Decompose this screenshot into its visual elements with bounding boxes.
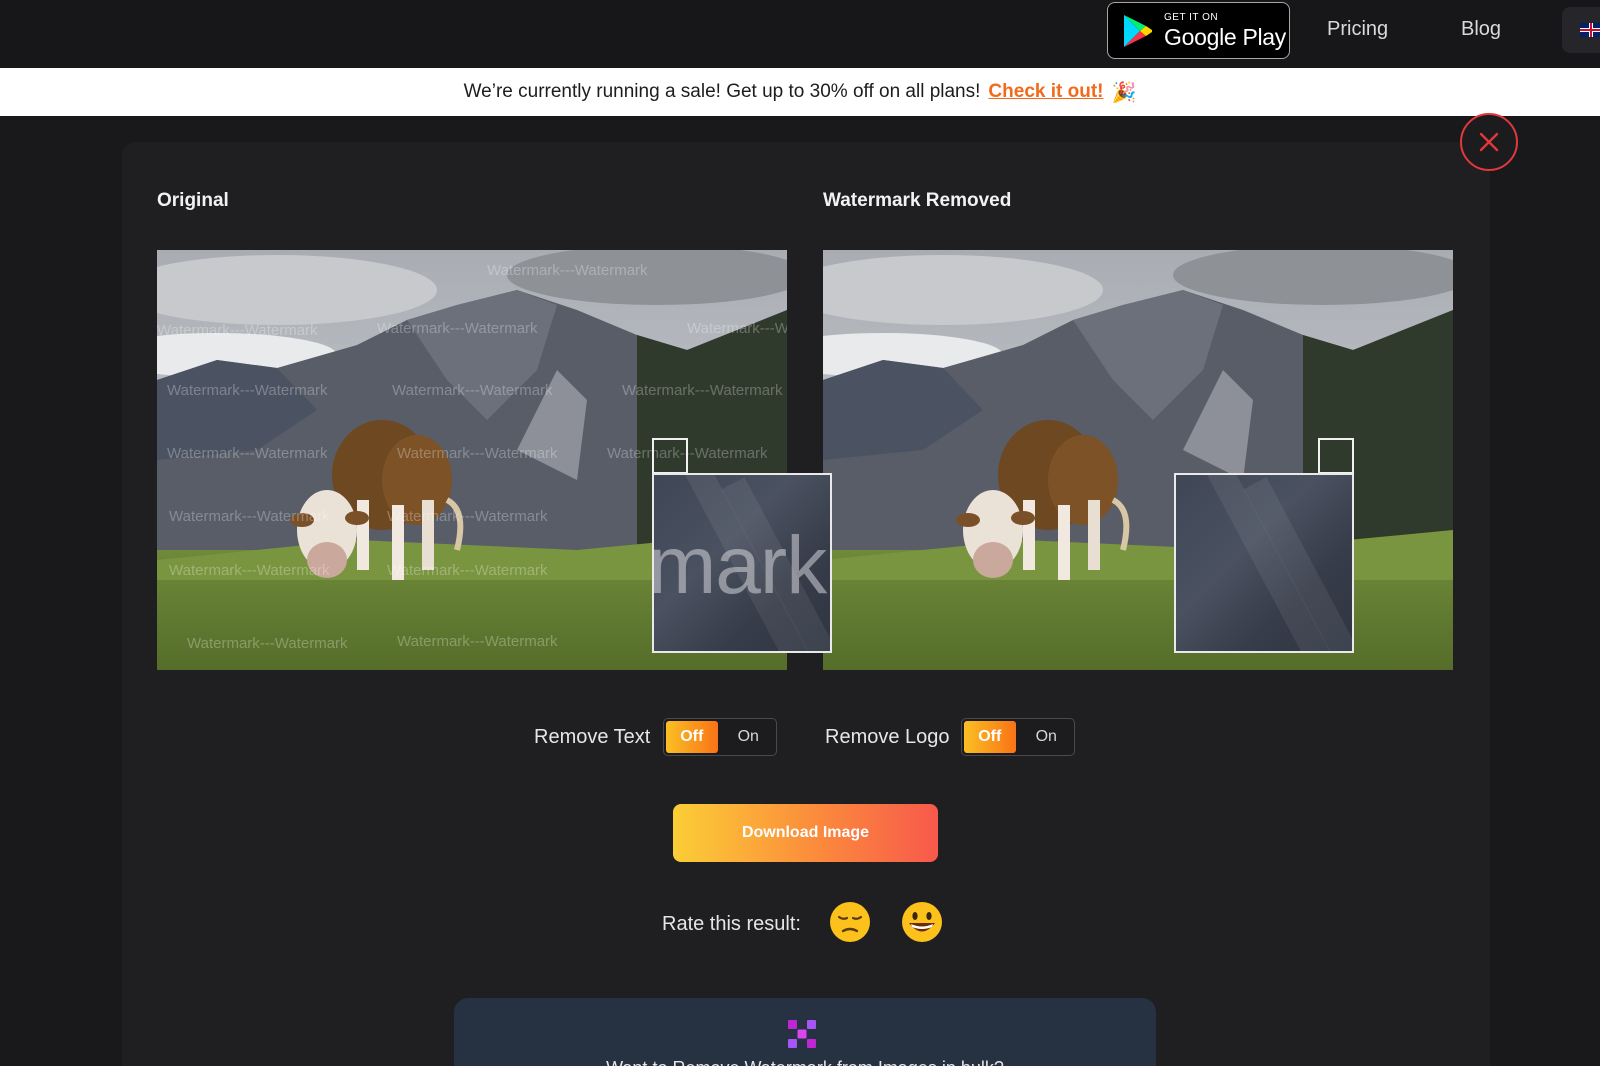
remove-text-toggle[interactable]: Off On — [663, 718, 777, 756]
close-button[interactable] — [1460, 113, 1518, 171]
google-play-icon — [1124, 14, 1152, 47]
remove-text-off-option[interactable]: Off — [666, 721, 718, 753]
watermark-removed-title: Watermark Removed — [823, 190, 1012, 211]
watermark-removed-image — [823, 250, 1453, 670]
party-popper-icon: 🎉 — [1111, 81, 1137, 104]
language-selector[interactable] — [1562, 7, 1600, 53]
bulk-removal-card[interactable]: Want to Remove Watermark from Images in … — [454, 998, 1156, 1066]
sad-face-icon[interactable] — [828, 900, 872, 944]
google-play-small-text: GET IT ON — [1164, 11, 1219, 23]
original-title: Original — [157, 190, 229, 211]
magnifier-target[interactable] — [652, 438, 688, 474]
remove-text-label: Remove Text — [534, 726, 651, 748]
remove-logo-toggle[interactable]: Off On — [961, 718, 1075, 756]
google-play-text: GET IT ON Google Play — [1164, 11, 1286, 50]
remove-logo-off-option[interactable]: Off — [964, 721, 1016, 753]
download-image-button[interactable]: Download Image — [673, 804, 938, 862]
magnifier-target[interactable] — [1318, 438, 1354, 474]
nav-pricing-link[interactable]: Pricing — [1327, 18, 1388, 41]
top-navigation: GET IT ON Google Play Pricing Blog — [0, 0, 1600, 68]
bulk-logo-icon — [788, 1020, 816, 1048]
nav-blog-link[interactable]: Blog — [1461, 18, 1501, 41]
google-play-big-text: Google Play — [1164, 23, 1286, 50]
grinning-face-icon[interactable] — [900, 900, 944, 944]
sale-banner: We’re currently running a sale! Get up t… — [0, 68, 1600, 116]
sale-banner-cta[interactable]: Check it out! — [988, 81, 1103, 103]
remove-logo-on-option[interactable]: On — [1021, 721, 1073, 753]
magnified-watermark: mark — [652, 520, 827, 611]
rate-result-label: Rate this result: — [662, 913, 801, 935]
mountain-cow-photo — [823, 250, 1453, 670]
close-icon — [1479, 132, 1499, 152]
magnifier-loupe — [1174, 473, 1354, 653]
uk-flag-icon — [1580, 23, 1600, 37]
remove-logo-label: Remove Logo — [825, 726, 950, 748]
magnifier-loupe: mark — [652, 473, 832, 653]
google-play-badge[interactable]: GET IT ON Google Play — [1107, 2, 1290, 59]
bulk-removal-text: Want to Remove Watermark from Images in … — [454, 1058, 1156, 1066]
remove-text-on-option[interactable]: On — [723, 721, 775, 753]
sale-banner-text: We’re currently running a sale! Get up t… — [463, 81, 981, 102]
